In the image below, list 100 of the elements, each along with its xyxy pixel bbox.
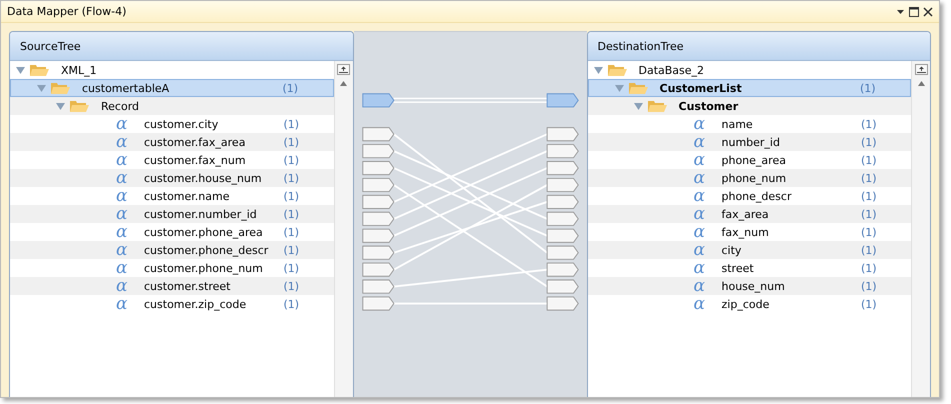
tree-row[interactable]: XML_1: [10, 61, 334, 79]
alpha-icon: α: [116, 296, 130, 312]
scroll-top-icon[interactable]: [337, 64, 350, 75]
tree-row[interactable]: α customer.phone_num (1): [10, 259, 334, 277]
tree-row[interactable]: α customer.phone_area (1): [10, 223, 334, 241]
connector-port-icon[interactable]: [546, 178, 578, 192]
expand-arrow-icon[interactable]: [634, 102, 642, 110]
scroll-top-icon[interactable]: [914, 64, 928, 75]
close-icon[interactable]: [923, 6, 933, 16]
node-label: customertableA: [82, 82, 170, 94]
node-label: Record: [101, 100, 140, 112]
alpha-icon: α: [694, 116, 708, 132]
tree-row[interactable]: α fax_num (1): [588, 223, 911, 241]
folder-icon: [50, 81, 70, 95]
node-count: (1): [284, 262, 300, 274]
tree-row[interactable]: α customer.zip_code (1): [10, 295, 334, 313]
connector-port-icon[interactable]: [362, 144, 394, 159]
scrollbar[interactable]: [911, 61, 930, 397]
panel-title: SourceTree: [20, 40, 81, 52]
folder-icon: [69, 99, 89, 113]
node-label: phone_area: [722, 154, 787, 166]
connector-port-icon[interactable]: [546, 144, 578, 159]
connector-port-icon[interactable]: [546, 296, 578, 311]
node-count: (1): [284, 244, 300, 256]
folder-icon: [606, 63, 626, 77]
connector-port-icon[interactable]: [362, 280, 394, 294]
node-label: phone_num: [722, 172, 788, 184]
tree-row[interactable]: α customer.house_num (1): [10, 169, 334, 187]
tree-row[interactable]: α customer.city (1): [10, 115, 334, 133]
expand-arrow-icon[interactable]: [594, 66, 602, 74]
tree-row[interactable]: α zip_code (1): [588, 295, 911, 313]
alpha-icon: α: [116, 116, 130, 132]
tree-row[interactable]: Customer: [588, 97, 911, 115]
folder-icon: [646, 99, 666, 113]
scrollbar[interactable]: [334, 61, 352, 397]
node-count: (1): [284, 118, 300, 130]
tree-row[interactable]: α customer.street (1): [10, 277, 334, 295]
connector-port-icon[interactable]: [546, 212, 578, 226]
tree-row[interactable]: α fax_area (1): [588, 205, 911, 223]
tree-row[interactable]: α customer.fax_area (1): [10, 133, 334, 151]
connector-port-icon[interactable]: [362, 296, 394, 311]
node-count: (1): [284, 172, 300, 184]
connector-port-icon[interactable]: [546, 262, 578, 278]
connector-port-icon[interactable]: [362, 246, 394, 260]
scroll-up-icon[interactable]: [918, 81, 924, 86]
connector-port-icon[interactable]: [546, 161, 578, 176]
node-label: zip_code: [722, 298, 770, 310]
tree-row[interactable]: CustomerList (1): [588, 79, 911, 97]
node-label: DataBase_2: [638, 64, 706, 76]
alpha-icon: α: [116, 206, 130, 222]
connector-port-icon[interactable]: [362, 195, 394, 210]
alpha-icon: α: [116, 242, 130, 258]
tree-row[interactable]: α customer.number_id (1): [10, 205, 334, 223]
expand-arrow-icon[interactable]: [37, 84, 46, 92]
expand-arrow-icon[interactable]: [56, 102, 65, 110]
connector-port-icon[interactable]: [362, 212, 394, 226]
connector-port-icon[interactable]: [546, 127, 578, 142]
connector-port-icon[interactable]: [362, 161, 394, 176]
dropdown-icon[interactable]: [896, 7, 905, 16]
connector-port-icon[interactable]: [546, 94, 578, 108]
tree-row[interactable]: α customer.fax_num (1): [10, 151, 334, 169]
tree-row[interactable]: α street (1): [588, 259, 911, 277]
node-label: customer.number_id: [144, 208, 258, 220]
connector-port-icon[interactable]: [362, 127, 394, 142]
expand-arrow-icon[interactable]: [614, 84, 624, 92]
tree-row[interactable]: α phone_area (1): [588, 151, 911, 169]
connector-port-icon[interactable]: [546, 280, 578, 294]
window-title: Data Mapper (Flow-4): [7, 5, 128, 18]
expand-arrow-icon[interactable]: [16, 66, 25, 74]
node-label: customer.fax_num: [144, 154, 247, 166]
node-count: (1): [284, 154, 300, 166]
node-count: (1): [861, 154, 878, 166]
node-count: (1): [284, 226, 300, 238]
connector-port-icon[interactable]: [546, 246, 578, 260]
tree-row[interactable]: α name (1): [588, 115, 911, 133]
connector-port-icon[interactable]: [362, 262, 394, 278]
tree-row[interactable]: α phone_descr (1): [588, 187, 911, 205]
connector-port-icon[interactable]: [362, 94, 394, 108]
alpha-icon: α: [116, 152, 130, 168]
scroll-up-icon[interactable]: [340, 81, 347, 86]
tree-row[interactable]: α customer.name (1): [10, 187, 334, 205]
connector-port-icon[interactable]: [362, 229, 394, 244]
tree-row[interactable]: α customer.phone_descr (1): [10, 241, 334, 259]
node-label: street: [722, 262, 755, 274]
connector-port-icon[interactable]: [546, 195, 578, 210]
alpha-icon: α: [694, 278, 708, 294]
tree-row[interactable]: α number_id (1): [588, 133, 911, 151]
node-count: (1): [284, 298, 300, 310]
tree-row[interactable]: customertableA (1): [10, 79, 334, 97]
tree-row[interactable]: α city (1): [588, 241, 911, 259]
connector-port-icon[interactable]: [362, 178, 394, 192]
tree-row[interactable]: Record: [10, 97, 334, 115]
tree-row[interactable]: α phone_num (1): [588, 169, 911, 187]
node-count: (1): [861, 136, 878, 148]
alpha-icon: α: [694, 134, 708, 150]
tree-row[interactable]: DataBase_2: [588, 61, 911, 79]
maximize-icon[interactable]: [909, 6, 919, 16]
tree-row[interactable]: α house_num (1): [588, 277, 911, 295]
node-label: house_num: [722, 280, 786, 292]
connector-port-icon[interactable]: [546, 229, 578, 244]
